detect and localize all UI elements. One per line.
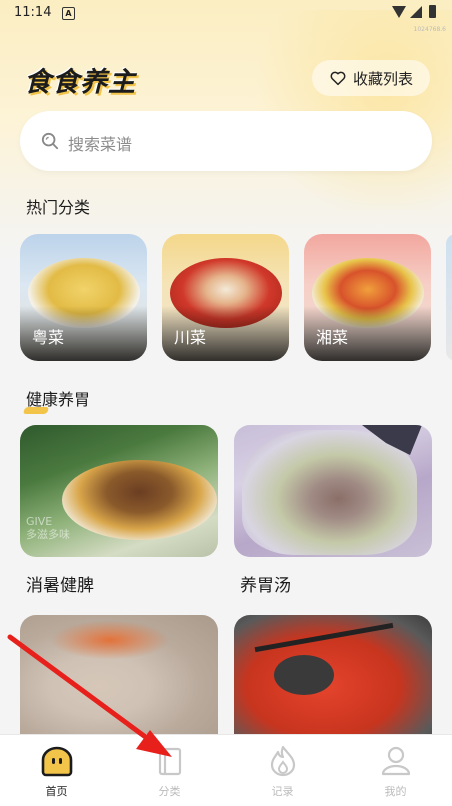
recipe-card-title[interactable]: 养胃汤 <box>240 571 291 596</box>
category-label: 湘菜 <box>316 328 349 347</box>
recipe-card-title[interactable]: 消暑健脾 <box>26 571 94 596</box>
tab-label: 分类 <box>158 785 181 798</box>
notification-a-icon: A <box>62 7 75 20</box>
tab-label: 首页 <box>45 785 68 798</box>
category-card-partial[interactable] <box>446 234 452 361</box>
image-watermark: GIVE 多滋多味 <box>26 515 70 541</box>
person-icon <box>381 746 411 776</box>
dish-soup <box>242 430 417 555</box>
bottom-tab-bar: 首页 分类 记录 我的 <box>0 734 452 806</box>
signal-icon <box>410 6 422 18</box>
health-section-title: 健康养胃 <box>22 386 91 414</box>
spatula-head <box>274 655 334 695</box>
tab-mine[interactable]: 我的 <box>339 735 452 806</box>
favorites-button[interactable]: 收藏列表 <box>312 60 430 96</box>
category-card-chuan[interactable]: 川菜 <box>162 234 289 361</box>
app-logo: 食食养主 <box>24 67 136 98</box>
category-label: 川菜 <box>174 328 207 347</box>
search-placeholder: 搜索菜谱 <box>68 135 133 154</box>
heart-icon <box>330 71 346 86</box>
recipe-card-image[interactable] <box>20 615 218 734</box>
status-tiny-text: 1024768.6 <box>413 26 446 33</box>
book-icon <box>158 747 182 776</box>
hot-section-title-text: 热门分类 <box>26 198 91 217</box>
category-card-xiang[interactable]: 湘菜 <box>304 234 431 361</box>
health-section-title-text: 健康养胃 <box>26 390 91 409</box>
recipe-card-image[interactable]: GIVE 多滋多味 <box>20 425 218 557</box>
tab-records[interactable]: 记录 <box>226 735 339 806</box>
battery-icon <box>429 5 436 18</box>
category-label: 粤菜 <box>32 328 65 347</box>
recipe-card-image[interactable] <box>234 425 432 557</box>
tab-home[interactable]: 首页 <box>0 735 113 806</box>
search-input[interactable]: 搜索菜谱 <box>20 111 432 171</box>
flame-icon <box>270 745 296 777</box>
status-time: 11:14 <box>14 5 52 20</box>
wifi-icon <box>392 6 406 18</box>
tab-category[interactable]: 分类 <box>113 735 226 806</box>
favorites-label: 收藏列表 <box>352 69 413 88</box>
status-bar: 11:14 A 1024768.6 <box>0 0 452 33</box>
hot-section-title: 热门分类 <box>22 194 91 222</box>
home-face-icon <box>41 746 73 777</box>
category-card-yue[interactable]: 粤菜 <box>20 234 147 361</box>
dish-detail <box>50 620 170 660</box>
spatula-handle <box>254 622 394 653</box>
dish-bowl <box>62 460 217 540</box>
search-icon <box>41 132 59 150</box>
recipe-card-image[interactable] <box>234 615 432 734</box>
tab-label: 记录 <box>271 785 294 798</box>
tab-label: 我的 <box>384 785 407 798</box>
